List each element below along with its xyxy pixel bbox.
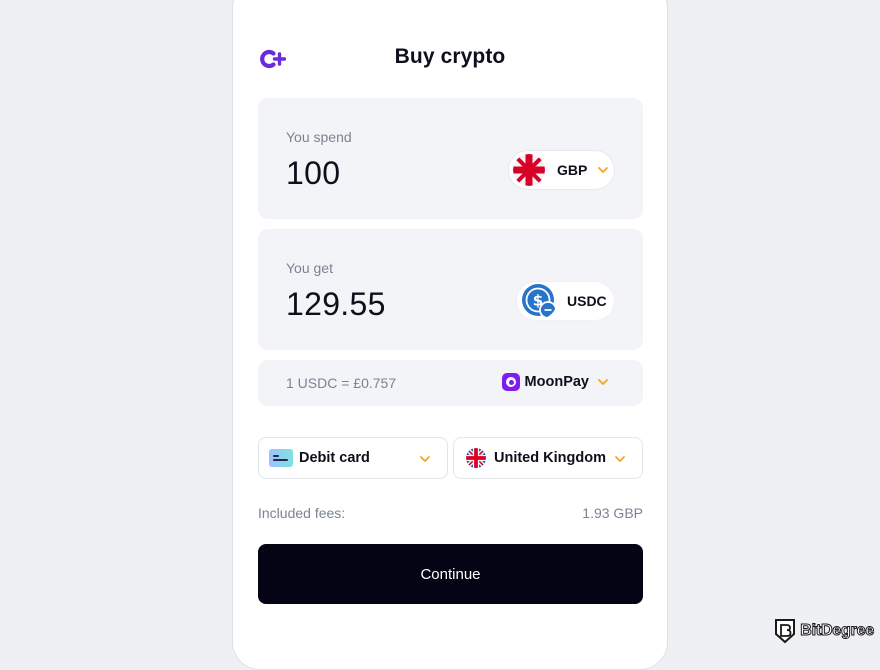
page-title: Buy crypto — [394, 45, 506, 68]
spend-label: You spend — [286, 129, 352, 145]
spend-panel: You spend 100 GBP — [258, 98, 643, 219]
chevron-down-icon — [598, 167, 609, 173]
continue-button[interactable]: Continue — [258, 544, 643, 604]
exchange-rate: 1 USDC = £0.757 — [286, 375, 397, 391]
payment-method-label: Debit card — [299, 450, 370, 466]
bitdegree-shield-icon — [775, 619, 796, 644]
spend-currency-selector[interactable]: GBP — [508, 150, 615, 190]
provider-selector[interactable]: MoonPay — [501, 373, 609, 391]
receive-label: You get — [286, 260, 333, 276]
chevron-down-icon — [615, 456, 625, 462]
country-select[interactable]: United Kingdom — [453, 437, 643, 479]
watermark-text: BitDegree — [800, 622, 875, 640]
provider-name: MoonPay — [524, 374, 589, 390]
moonpay-icon — [501, 373, 520, 391]
spend-amount-input[interactable]: 100 — [286, 155, 340, 192]
receive-panel: You get 129.55 $ USDC — [258, 229, 643, 350]
receive-currency-code: USDC — [567, 293, 607, 309]
usdc-coin-icon: $ — [522, 284, 557, 319]
chevron-down-icon — [598, 379, 608, 385]
fees-value: 1.93 GBP — [582, 505, 643, 521]
receive-currency-selector[interactable]: $ USDC — [516, 281, 615, 321]
spend-currency-code: GBP — [557, 162, 588, 178]
bitdegree-watermark: BitDegree — [774, 618, 875, 644]
payment-method-select[interactable]: Debit card — [258, 437, 448, 479]
receive-amount: 129.55 — [286, 286, 386, 322]
chevron-down-icon — [420, 456, 430, 462]
fees-label: Included fees: — [258, 505, 346, 521]
rate-panel: 1 USDC = £0.757 MoonPay — [258, 360, 643, 406]
uk-flag-icon — [466, 448, 486, 468]
debit-card-icon — [269, 449, 293, 467]
country-label: United Kingdom — [494, 450, 606, 466]
uk-flag-icon — [513, 154, 545, 186]
